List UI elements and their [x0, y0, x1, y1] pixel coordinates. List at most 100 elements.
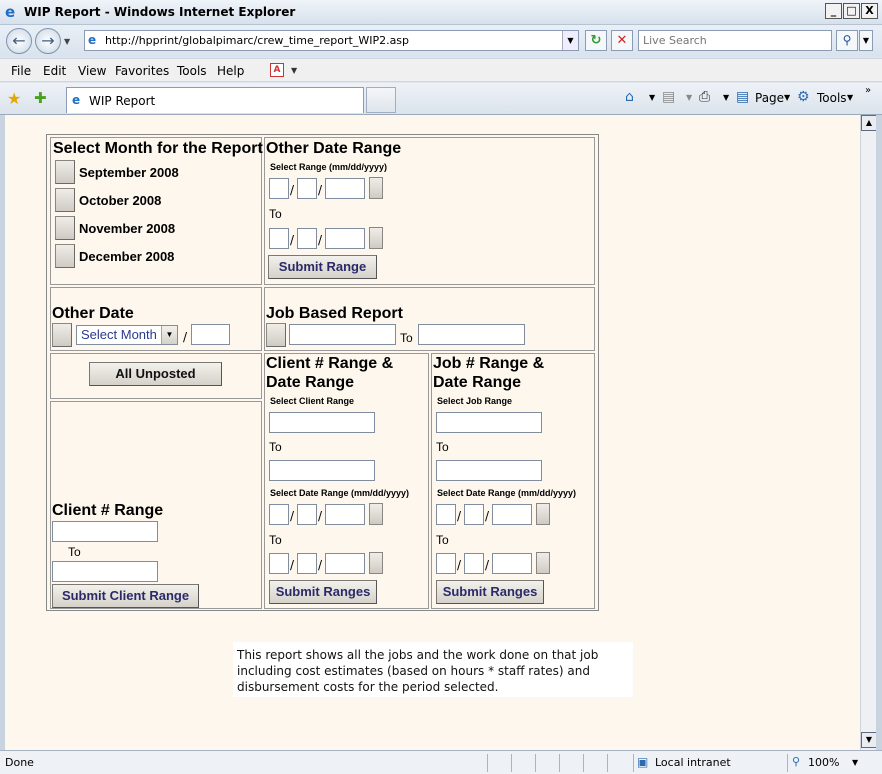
minimize-button[interactable]: _ [825, 3, 842, 19]
month-option-button[interactable] [55, 244, 75, 268]
job-date-range-heading-line2: Date Range [433, 374, 522, 391]
search-button[interactable]: ⚲ [836, 30, 858, 51]
job-date-job-end-input[interactable] [436, 460, 542, 481]
zoom-control[interactable]: ⚲ 100% ▼ [787, 754, 877, 772]
range-start-calendar-button[interactable] [369, 177, 383, 199]
new-tab-button[interactable] [366, 87, 396, 113]
history-dropdown-icon[interactable]: ▼ [64, 37, 70, 46]
menu-file[interactable]: File [11, 64, 31, 78]
other-date-option-button[interactable] [52, 323, 72, 347]
search-input[interactable] [641, 32, 829, 49]
search-options-dropdown-icon[interactable]: ▼ [859, 30, 873, 51]
client-date-client-start-input[interactable] [269, 412, 375, 433]
feeds-icon[interactable]: ▤ [662, 89, 675, 105]
menu-help[interactable]: Help [217, 64, 244, 78]
pdf-tool-icon[interactable]: A [270, 63, 284, 77]
client-date-start-day-input[interactable] [297, 504, 317, 525]
tools-menu[interactable]: Tools [817, 91, 847, 105]
client-date-start-calendar-button[interactable] [369, 503, 383, 525]
refresh-button[interactable]: ↻ [585, 30, 607, 51]
vertical-scrollbar[interactable]: ▲ ▼ [860, 115, 877, 750]
client-date-start-month-input[interactable] [269, 504, 289, 525]
client-date-client-end-input[interactable] [269, 460, 375, 481]
month-select[interactable]: Select Month ▼ [76, 325, 178, 345]
job-start-input[interactable] [289, 324, 396, 345]
submit-client-ranges-button[interactable]: Submit Ranges [269, 580, 377, 604]
job-date-start-year-input[interactable] [492, 504, 532, 525]
home-icon[interactable]: ⌂ [625, 89, 634, 105]
scroll-up-icon[interactable]: ▲ [861, 115, 877, 131]
forward-button[interactable]: → [35, 28, 61, 54]
job-date-end-day-input[interactable] [464, 553, 484, 574]
scroll-down-icon[interactable]: ▼ [861, 732, 877, 748]
range-end-year-input[interactable] [325, 228, 365, 249]
tools-menu-dropdown-icon[interactable]: ▼ [847, 93, 853, 102]
job-date-end-year-input[interactable] [492, 553, 532, 574]
client-date-end-month-input[interactable] [269, 553, 289, 574]
menu-favorites[interactable]: Favorites [115, 64, 169, 78]
search-box[interactable] [638, 30, 832, 51]
job-based-heading: Job Based Report [266, 305, 403, 322]
client-date-end-day-input[interactable] [297, 553, 317, 574]
job-date-end-month-input[interactable] [436, 553, 456, 574]
client-date-start-year-input[interactable] [325, 504, 365, 525]
security-zone[interactable]: ▣ Local intranet [633, 754, 783, 772]
client-start-input[interactable] [52, 521, 158, 542]
job-date-start-calendar-button[interactable] [536, 503, 550, 525]
range-start-day-input[interactable] [297, 178, 317, 199]
zoom-icon: ⚲ [792, 755, 801, 768]
range-end-month-input[interactable] [269, 228, 289, 249]
range-start-year-input[interactable] [325, 178, 365, 199]
date-separator: / [290, 183, 295, 197]
add-favorites-icon[interactable]: ✚ [34, 89, 47, 107]
job-date-start-month-input[interactable] [436, 504, 456, 525]
print-dropdown-icon[interactable]: ▼ [723, 93, 729, 102]
tab-wip-report[interactable]: e WIP Report [66, 87, 364, 113]
job-date-end-calendar-button[interactable] [536, 552, 550, 574]
menu-tools[interactable]: Tools [177, 64, 207, 78]
date-separator: / [457, 558, 462, 572]
other-date-year-input[interactable] [191, 324, 230, 345]
client-date-end-calendar-button[interactable] [369, 552, 383, 574]
submit-job-ranges-button[interactable]: Submit Ranges [436, 580, 544, 604]
print-icon[interactable]: ⎙ [699, 89, 710, 105]
job-date-job-start-input[interactable] [436, 412, 542, 433]
zoom-dropdown-icon[interactable]: ▼ [852, 758, 858, 767]
back-button[interactable]: ← [6, 28, 32, 54]
submit-range-button[interactable]: Submit Range [268, 255, 377, 279]
maximize-button[interactable]: □ [843, 3, 860, 19]
submit-client-range-button[interactable]: Submit Client Range [52, 584, 199, 608]
all-unposted-button[interactable]: All Unposted [89, 362, 222, 386]
pdf-tool-dropdown-icon[interactable]: ▼ [291, 66, 297, 75]
address-dropdown-icon[interactable]: ▼ [562, 31, 578, 50]
month-option-button[interactable] [55, 160, 75, 184]
menu-edit[interactable]: Edit [43, 64, 66, 78]
stop-button[interactable]: ✕ [611, 30, 633, 51]
job-based-option-button[interactable] [266, 323, 286, 347]
range-end-day-input[interactable] [297, 228, 317, 249]
close-button[interactable]: X [861, 3, 878, 19]
toolbar-overflow-icon[interactable]: » [865, 85, 871, 96]
range-end-calendar-button[interactable] [369, 227, 383, 249]
home-dropdown-icon[interactable]: ▼ [649, 93, 655, 102]
month-option-button[interactable] [55, 216, 75, 240]
status-segment [487, 754, 510, 772]
job-end-input[interactable] [418, 324, 525, 345]
month-option-button[interactable] [55, 188, 75, 212]
favorites-star-icon[interactable]: ★ [7, 89, 21, 108]
client-to-label: To [68, 545, 81, 559]
feeds-dropdown-icon[interactable]: ▼ [686, 93, 692, 102]
page-menu-icon: ▤ [736, 89, 750, 105]
range-start-month-input[interactable] [269, 178, 289, 199]
page-menu-dropdown-icon[interactable]: ▼ [784, 93, 790, 102]
client-date-end-year-input[interactable] [325, 553, 365, 574]
month-select-dropdown-icon[interactable]: ▼ [161, 326, 177, 344]
address-bar[interactable]: e http://hpprint/globalpimarc/crew_time_… [84, 30, 579, 51]
job-date-start-day-input[interactable] [464, 504, 484, 525]
client-end-input[interactable] [52, 561, 158, 582]
month-select-value: Select Month [81, 327, 157, 342]
page-menu[interactable]: Page [755, 91, 784, 105]
address-url[interactable]: http://hpprint/globalpimarc/crew_time_re… [105, 34, 409, 47]
menu-view[interactable]: View [78, 64, 106, 78]
tab-label: WIP Report [89, 94, 156, 108]
